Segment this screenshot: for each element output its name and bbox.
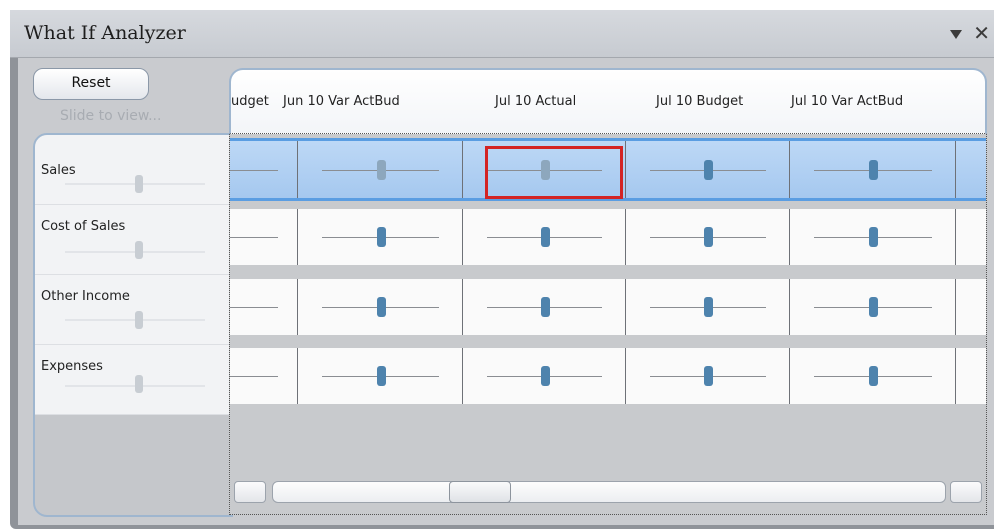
row-slider-thumb[interactable] — [135, 311, 143, 329]
slider-track — [230, 376, 278, 377]
slider-cell[interactable] — [790, 279, 956, 335]
reset-button[interactable]: Reset — [33, 68, 149, 100]
column-header[interactable]: Jul 10 Var ActBud — [791, 94, 903, 109]
slider-cell[interactable] — [230, 348, 298, 404]
column-header[interactable]: udget — [231, 94, 269, 109]
slider-cell[interactable] — [790, 141, 956, 198]
close-icon[interactable]: ✕ — [973, 21, 990, 45]
slider-grid — [229, 134, 987, 515]
slider-thumb[interactable] — [376, 366, 386, 386]
row-label-text: Expenses — [41, 359, 103, 374]
row-label-text: Cost of Sales — [41, 219, 126, 234]
slider-thumb[interactable] — [869, 159, 878, 180]
slider-thumb[interactable] — [376, 159, 386, 180]
row-slider-thumb[interactable] — [135, 175, 143, 193]
slider-track — [230, 307, 278, 308]
slider-cell[interactable] — [463, 141, 626, 198]
column-header[interactable]: Jul 10 Budget — [656, 94, 743, 109]
grid-row[interactable] — [230, 209, 986, 265]
slider-cell[interactable] — [298, 348, 463, 404]
scrollbar-track[interactable] — [272, 481, 946, 503]
row-label-text: Other Income — [41, 289, 130, 304]
slider-cell[interactable] — [230, 209, 298, 265]
column-header[interactable]: Jun 10 Var ActBud — [283, 94, 400, 109]
slider-track — [230, 169, 278, 171]
slider-thumb[interactable] — [540, 227, 550, 247]
slide-hint-text: Slide to view... — [60, 108, 162, 124]
row-label-sales[interactable]: Sales — [35, 135, 231, 205]
grid-row[interactable] — [230, 138, 986, 201]
slider-cell[interactable] — [298, 209, 463, 265]
slider-thumb[interactable] — [704, 227, 713, 247]
slider-cell[interactable] — [230, 141, 298, 198]
slider-cell[interactable] — [463, 348, 626, 404]
slider-cell[interactable] — [463, 209, 626, 265]
slider-thumb[interactable] — [376, 297, 386, 317]
slider-thumb[interactable] — [540, 297, 550, 317]
column-header[interactable]: Jul 10 Actual — [495, 94, 576, 109]
slider-thumb[interactable] — [540, 159, 550, 180]
panel-title: What If Analyzer — [24, 22, 186, 44]
slider-thumb[interactable] — [704, 366, 713, 386]
scroll-right-button[interactable] — [950, 481, 982, 503]
row-label-other-income[interactable]: Other Income — [35, 275, 231, 345]
slider-cell[interactable] — [626, 348, 790, 404]
row-slider-thumb[interactable] — [135, 375, 143, 393]
row-slider-thumb[interactable] — [135, 241, 143, 259]
column-header-panel: udget Jun 10 Var ActBud Jul 10 Actual Ju… — [229, 68, 987, 134]
slider-track — [230, 237, 278, 238]
row-label-cost-of-sales[interactable]: Cost of Sales — [35, 205, 231, 275]
row-labels-panel: Sales Cost of Sales Other Income Expense… — [33, 133, 233, 517]
grid-row[interactable] — [230, 279, 986, 335]
row-label-expenses[interactable]: Expenses — [35, 345, 231, 415]
chevron-down-icon[interactable] — [950, 30, 962, 39]
slider-thumb[interactable] — [869, 297, 878, 317]
slider-cell[interactable] — [298, 279, 463, 335]
slider-cell[interactable] — [790, 348, 956, 404]
panel-titlebar: What If Analyzer ✕ — [10, 10, 994, 58]
slider-thumb[interactable] — [376, 227, 386, 247]
slider-cell[interactable] — [230, 279, 298, 335]
slider-thumb[interactable] — [704, 297, 713, 317]
slider-cell[interactable] — [626, 209, 790, 265]
slider-cell[interactable] — [626, 141, 790, 198]
slider-cell[interactable] — [298, 141, 463, 198]
slider-thumb[interactable] — [540, 366, 550, 386]
slider-cell[interactable] — [790, 209, 956, 265]
slider-thumb[interactable] — [869, 227, 878, 247]
scrollbar-thumb[interactable] — [449, 481, 511, 503]
slider-cell[interactable] — [463, 279, 626, 335]
slider-thumb[interactable] — [869, 366, 878, 386]
horizontal-scrollbar[interactable] — [234, 481, 982, 505]
grid-row[interactable] — [230, 348, 986, 404]
scroll-left-button[interactable] — [234, 481, 266, 503]
row-label-text: Sales — [41, 163, 76, 178]
slider-thumb[interactable] — [704, 159, 713, 180]
slider-cell[interactable] — [626, 279, 790, 335]
